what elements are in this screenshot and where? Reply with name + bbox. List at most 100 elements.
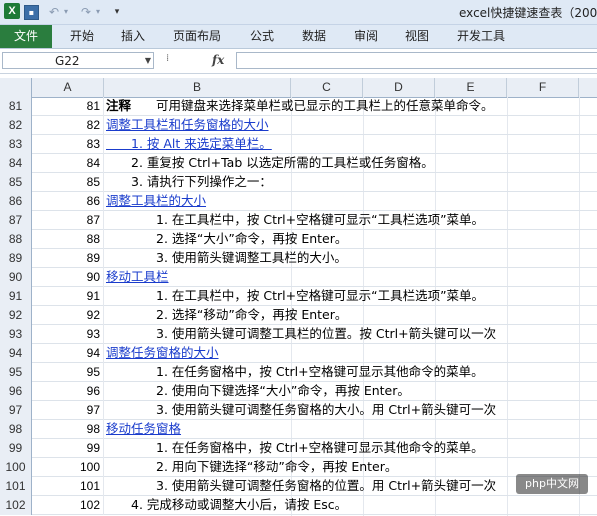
row-header[interactable]: 101 xyxy=(0,477,32,496)
table-row[interactable]: 90 90 移动工具栏 xyxy=(0,268,597,287)
cell-a[interactable]: 97 xyxy=(32,401,104,420)
cell-b[interactable]: 1. 在任务窗格中，按 Ctrl+空格键可显示其他命令的菜单。 xyxy=(104,363,597,382)
cell-a[interactable]: 89 xyxy=(32,249,104,268)
tab-review[interactable]: 审阅 xyxy=(354,25,378,48)
tab-home[interactable]: 开始 xyxy=(70,25,94,48)
tab-page-layout[interactable]: 页面布局 xyxy=(173,25,221,48)
tab-data[interactable]: 数据 xyxy=(302,25,326,48)
tab-formulas[interactable]: 公式 xyxy=(250,25,274,48)
cell-a[interactable]: 81 xyxy=(32,97,104,116)
table-row[interactable]: 101 101 3. 使用箭头键可调整任务窗格的位置。用 Ctrl+箭头键可一次 xyxy=(0,477,597,496)
table-row[interactable]: 93 93 3. 使用箭头键可调整工具栏的位置。按 Ctrl+箭头键可以一次 xyxy=(0,325,597,344)
table-row[interactable]: 102 102 4. 完成移动或调整大小后，请按 Esc。 xyxy=(0,496,597,515)
column-header-e[interactable]: E xyxy=(435,78,507,97)
redo-icon[interactable]: ↷ xyxy=(78,4,94,20)
cell-b[interactable]: 2. 选择“移动”命令，再按 Enter。 xyxy=(104,306,597,325)
cell-b[interactable]: 1. 在工具栏中，按 Ctrl+空格键可显示“工具栏选项”菜单。 xyxy=(104,287,597,306)
cell-a[interactable]: 99 xyxy=(32,439,104,458)
table-row[interactable]: 99 99 1. 在任务窗格中，按 Ctrl+空格键可显示其他命令的菜单。 xyxy=(0,439,597,458)
section-heading-link[interactable]: 调整工具栏和任务窗格的大小 xyxy=(106,117,269,132)
name-box[interactable]: G22 xyxy=(2,52,154,69)
row-header[interactable]: 85 xyxy=(0,173,32,192)
row-header[interactable]: 89 xyxy=(0,249,32,268)
cell-b[interactable]: 1. 在工具栏中，按 Ctrl+空格键可显示“工具栏选项”菜单。 xyxy=(104,211,597,230)
row-header[interactable]: 91 xyxy=(0,287,32,306)
row-header[interactable]: 102 xyxy=(0,496,32,515)
column-header-f[interactable]: F xyxy=(507,78,579,97)
table-row[interactable]: 83 83 1. 按 Alt 来选定菜单栏。 xyxy=(0,135,597,154)
tab-developer[interactable]: 开发工具 xyxy=(457,25,505,48)
row-header[interactable]: 86 xyxy=(0,192,32,211)
cell-b[interactable]: 移动任务窗格 xyxy=(104,420,597,439)
row-header[interactable]: 96 xyxy=(0,382,32,401)
section-heading-link[interactable]: 调整任务窗格的大小 xyxy=(106,345,219,360)
table-row[interactable]: 97 97 3. 使用箭头键可调整任务窗格的大小。用 Ctrl+箭头键可一次 xyxy=(0,401,597,420)
column-header-a[interactable]: A xyxy=(32,78,104,97)
cell-a[interactable]: 96 xyxy=(32,382,104,401)
worksheet-grid[interactable]: 81 81 注释 可用键盘来选择菜单栏或已显示的工具栏上的任意菜单命令。 82 82 调整… xyxy=(0,97,597,516)
row-header[interactable]: 92 xyxy=(0,306,32,325)
cell-b[interactable]: 注释 可用键盘来选择菜单栏或已显示的工具栏上的任意菜单命令。 xyxy=(104,97,597,116)
table-row[interactable]: 89 89 3. 使用箭头键调整工具栏的大小。 xyxy=(0,249,597,268)
undo-icon[interactable]: ↶ xyxy=(46,4,62,20)
cell-a[interactable]: 98 xyxy=(32,420,104,439)
section-heading-link[interactable]: 移动任务窗格 xyxy=(106,421,181,436)
cell-a[interactable]: 87 xyxy=(32,211,104,230)
row-header[interactable]: 82 xyxy=(0,116,32,135)
save-icon[interactable]: ▪ xyxy=(24,5,39,20)
cell-a[interactable]: 85 xyxy=(32,173,104,192)
row-header[interactable]: 94 xyxy=(0,344,32,363)
row-header[interactable]: 93 xyxy=(0,325,32,344)
cell-a[interactable]: 94 xyxy=(32,344,104,363)
section-heading-link[interactable]: 移动工具栏 xyxy=(106,269,169,284)
row-header[interactable]: 87 xyxy=(0,211,32,230)
column-header-d[interactable]: D xyxy=(363,78,435,97)
undo-dropdown-icon[interactable]: ▾ xyxy=(62,4,70,20)
cell-b[interactable]: 3. 使用箭头键可调整工具栏的位置。按 Ctrl+箭头键可以一次 xyxy=(104,325,597,344)
table-row[interactable]: 87 87 1. 在工具栏中，按 Ctrl+空格键可显示“工具栏选项”菜单。 xyxy=(0,211,597,230)
row-header[interactable]: 97 xyxy=(0,401,32,420)
table-row[interactable]: 82 82 调整工具栏和任务窗格的大小 xyxy=(0,116,597,135)
row-header[interactable]: 90 xyxy=(0,268,32,287)
cell-a[interactable]: 101 xyxy=(32,477,104,496)
table-row[interactable]: 85 85 3. 请执行下列操作之一： xyxy=(0,173,597,192)
table-row[interactable]: 91 91 1. 在工具栏中，按 Ctrl+空格键可显示“工具栏选项”菜单。 xyxy=(0,287,597,306)
cell-b[interactable]: 调整工具栏和任务窗格的大小 xyxy=(104,116,597,135)
table-row[interactable]: 98 98 移动任务窗格 xyxy=(0,420,597,439)
cell-a[interactable]: 102 xyxy=(32,496,104,515)
cell-b[interactable]: 2. 重复按 Ctrl+Tab 以选定所需的工具栏或任务窗格。 xyxy=(104,154,597,173)
cell-b[interactable]: 调整任务窗格的大小 xyxy=(104,344,597,363)
column-header-c[interactable]: C xyxy=(291,78,363,97)
column-header-b[interactable]: B xyxy=(104,78,291,97)
cell-b[interactable]: 3. 使用箭头键调整工具栏的大小。 xyxy=(104,249,597,268)
cell-a[interactable]: 92 xyxy=(32,306,104,325)
table-row[interactable]: 96 96 2. 使用向下键选择“大小”命令，再按 Enter。 xyxy=(0,382,597,401)
table-row[interactable]: 81 81 注释 可用键盘来选择菜单栏或已显示的工具栏上的任意菜单命令。 xyxy=(0,97,597,116)
cell-a[interactable]: 82 xyxy=(32,116,104,135)
row-header[interactable]: 88 xyxy=(0,230,32,249)
cell-a[interactable]: 91 xyxy=(32,287,104,306)
cell-a[interactable]: 86 xyxy=(32,192,104,211)
formula-bar-resize-handle[interactable]: ⁞ xyxy=(166,53,169,64)
row-header[interactable]: 100 xyxy=(0,458,32,477)
insert-function-icon[interactable]: fx xyxy=(212,52,232,69)
cell-b[interactable]: 3. 使用箭头键可调整任务窗格的大小。用 Ctrl+箭头键可一次 xyxy=(104,401,597,420)
cell-b[interactable]: 3. 请执行下列操作之一： xyxy=(104,173,597,192)
row-header[interactable]: 98 xyxy=(0,420,32,439)
excel-logo-icon[interactable]: X xyxy=(4,3,20,19)
table-row[interactable]: 94 94 调整任务窗格的大小 xyxy=(0,344,597,363)
redo-dropdown-icon[interactable]: ▾ xyxy=(94,4,102,20)
row-header[interactable]: 99 xyxy=(0,439,32,458)
table-row[interactable]: 95 95 1. 在任务窗格中，按 Ctrl+空格键可显示其他命令的菜单。 xyxy=(0,363,597,382)
cell-link[interactable]: 1. 按 Alt 来选定菜单栏。 xyxy=(106,136,272,151)
row-header[interactable]: 83 xyxy=(0,135,32,154)
row-header[interactable]: 95 xyxy=(0,363,32,382)
cell-b[interactable]: 4. 完成移动或调整大小后，请按 Esc。 xyxy=(104,496,597,515)
cell-a[interactable]: 100 xyxy=(32,458,104,477)
cell-a[interactable]: 93 xyxy=(32,325,104,344)
cell-a[interactable]: 88 xyxy=(32,230,104,249)
tab-file[interactable]: 文件 xyxy=(0,25,52,48)
row-header[interactable]: 84 xyxy=(0,154,32,173)
cell-a[interactable]: 90 xyxy=(32,268,104,287)
column-header-g[interactable] xyxy=(579,78,597,97)
